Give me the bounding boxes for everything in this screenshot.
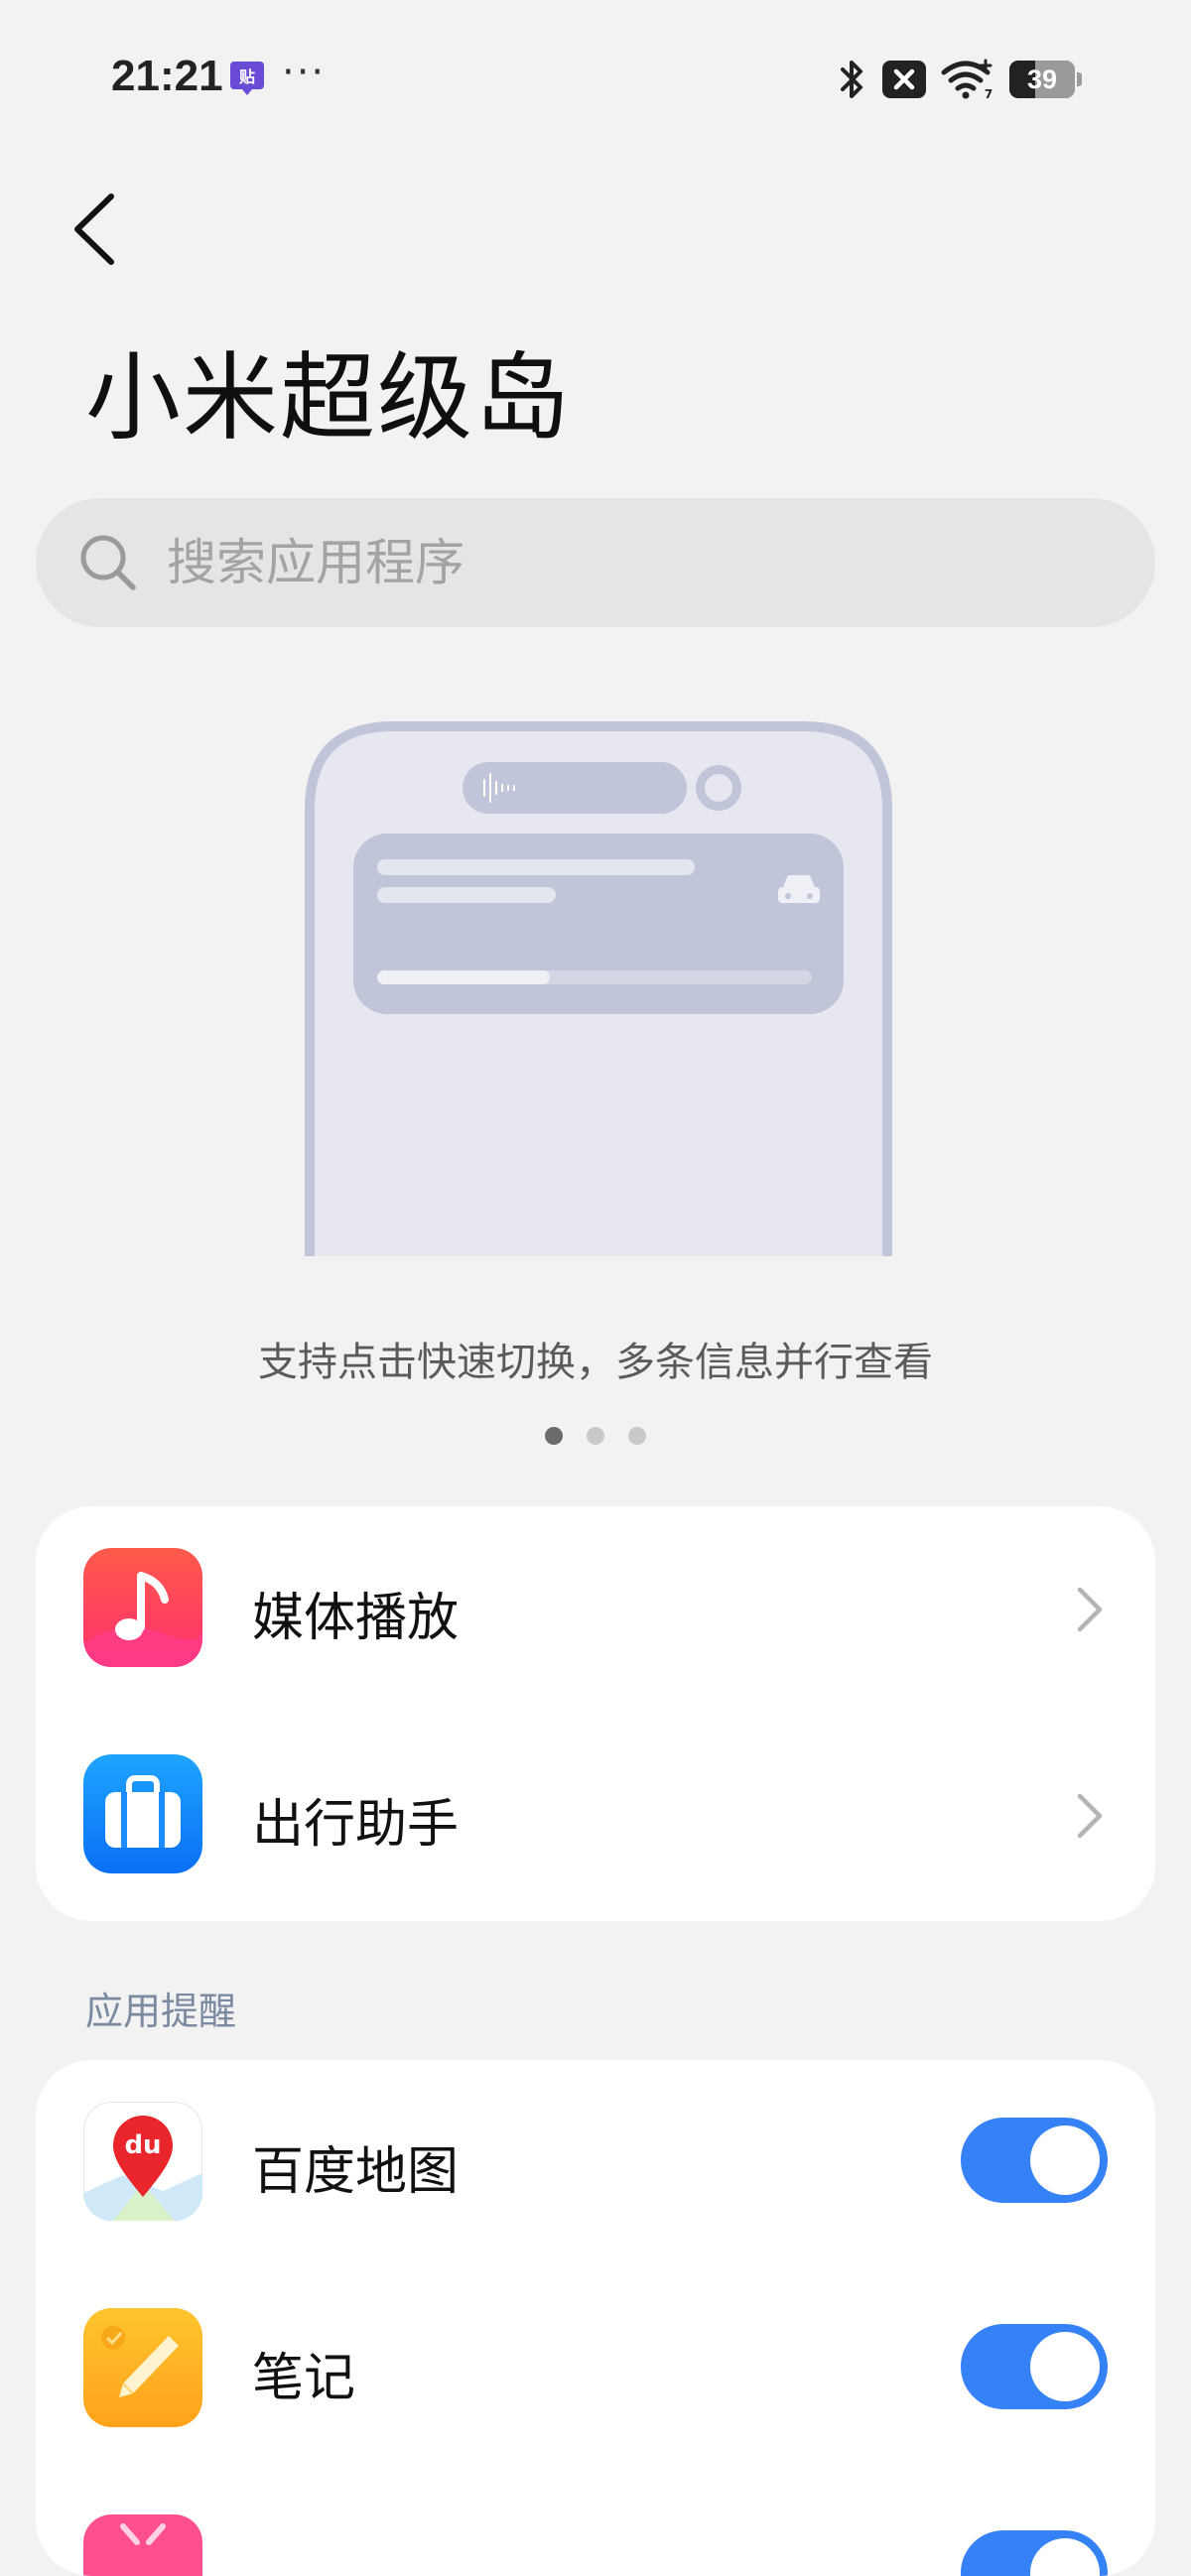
travel-assistant-icon (83, 1754, 202, 1873)
status-icons: 7 39 (837, 56, 1082, 103)
list-item-label: 笔记 (252, 2349, 356, 2408)
list-item-label: 百度地图 (252, 2142, 460, 2202)
toggle-knob (1030, 2332, 1100, 2401)
search-icon (80, 535, 136, 590)
super-island-illustration (305, 721, 892, 1256)
chevron-right-icon (1077, 1587, 1103, 1632)
pager-dot-2[interactable] (587, 1427, 604, 1445)
list-item-notes[interactable]: 笔记 (36, 2266, 1155, 2473)
notes-toggle[interactable] (961, 2324, 1108, 2409)
search-bar[interactable] (36, 498, 1155, 627)
list-item-label: 媒体播放 (252, 1589, 460, 1648)
app-reminders-card: du 百度地图 笔记 (36, 2060, 1155, 2576)
page-title: 小米超级岛 (85, 342, 572, 453)
toggle-knob (1030, 2125, 1100, 2195)
svg-text:贴: 贴 (239, 67, 255, 86)
baidu-maps-toggle[interactable] (961, 2118, 1108, 2203)
status-time: 21:21 (111, 52, 223, 100)
list-item-travel-assistant[interactable]: 出行助手 (36, 1713, 1155, 1919)
status-bar: 21:21 贴 ··· 7 39 (0, 0, 1191, 159)
island-features-card: 媒体播放 出行助手 (36, 1506, 1155, 1921)
pager-dot-3[interactable] (628, 1427, 646, 1445)
carousel-caption: 支持点击快速切换，多条信息并行查看 (258, 1340, 933, 1385)
battery-cap (1077, 72, 1082, 86)
notes-app-icon (83, 2308, 202, 2427)
back-chevron-icon[interactable] (62, 185, 131, 274)
baidu-maps-icon: du (83, 2102, 202, 2221)
more-notifications-icon: ··· (282, 50, 327, 95)
svg-text:7: 7 (985, 87, 992, 100)
pager-dot-1[interactable] (545, 1427, 563, 1445)
chevron-right-icon (1077, 1793, 1103, 1839)
music-app-icon (83, 1548, 202, 1667)
svg-text:du: du (124, 2130, 161, 2160)
carousel-pager[interactable] (0, 1427, 1191, 1445)
section-title-app-reminders: 应用提醒 (85, 1990, 237, 2033)
battery-icon: 39 (1009, 61, 1075, 98)
wifi-icon: 7 (941, 59, 992, 100)
partial-item-toggle[interactable] (961, 2530, 1108, 2576)
search-input[interactable] (165, 533, 1062, 592)
tieba-notification-icon: 贴 (230, 62, 264, 95)
bluetooth-icon (841, 61, 862, 98)
toggle-knob (1030, 2538, 1100, 2576)
list-item-baidu-maps[interactable]: du 百度地图 (36, 2060, 1155, 2266)
battery-level: 39 (1026, 64, 1058, 94)
pink-app-icon (83, 2514, 202, 2576)
sim-disabled-icon (882, 61, 926, 98)
list-item-partial[interactable] (36, 2473, 1155, 2576)
list-item-label: 出行助手 (252, 1795, 460, 1855)
list-item-media-playback[interactable]: 媒体播放 (36, 1506, 1155, 1713)
